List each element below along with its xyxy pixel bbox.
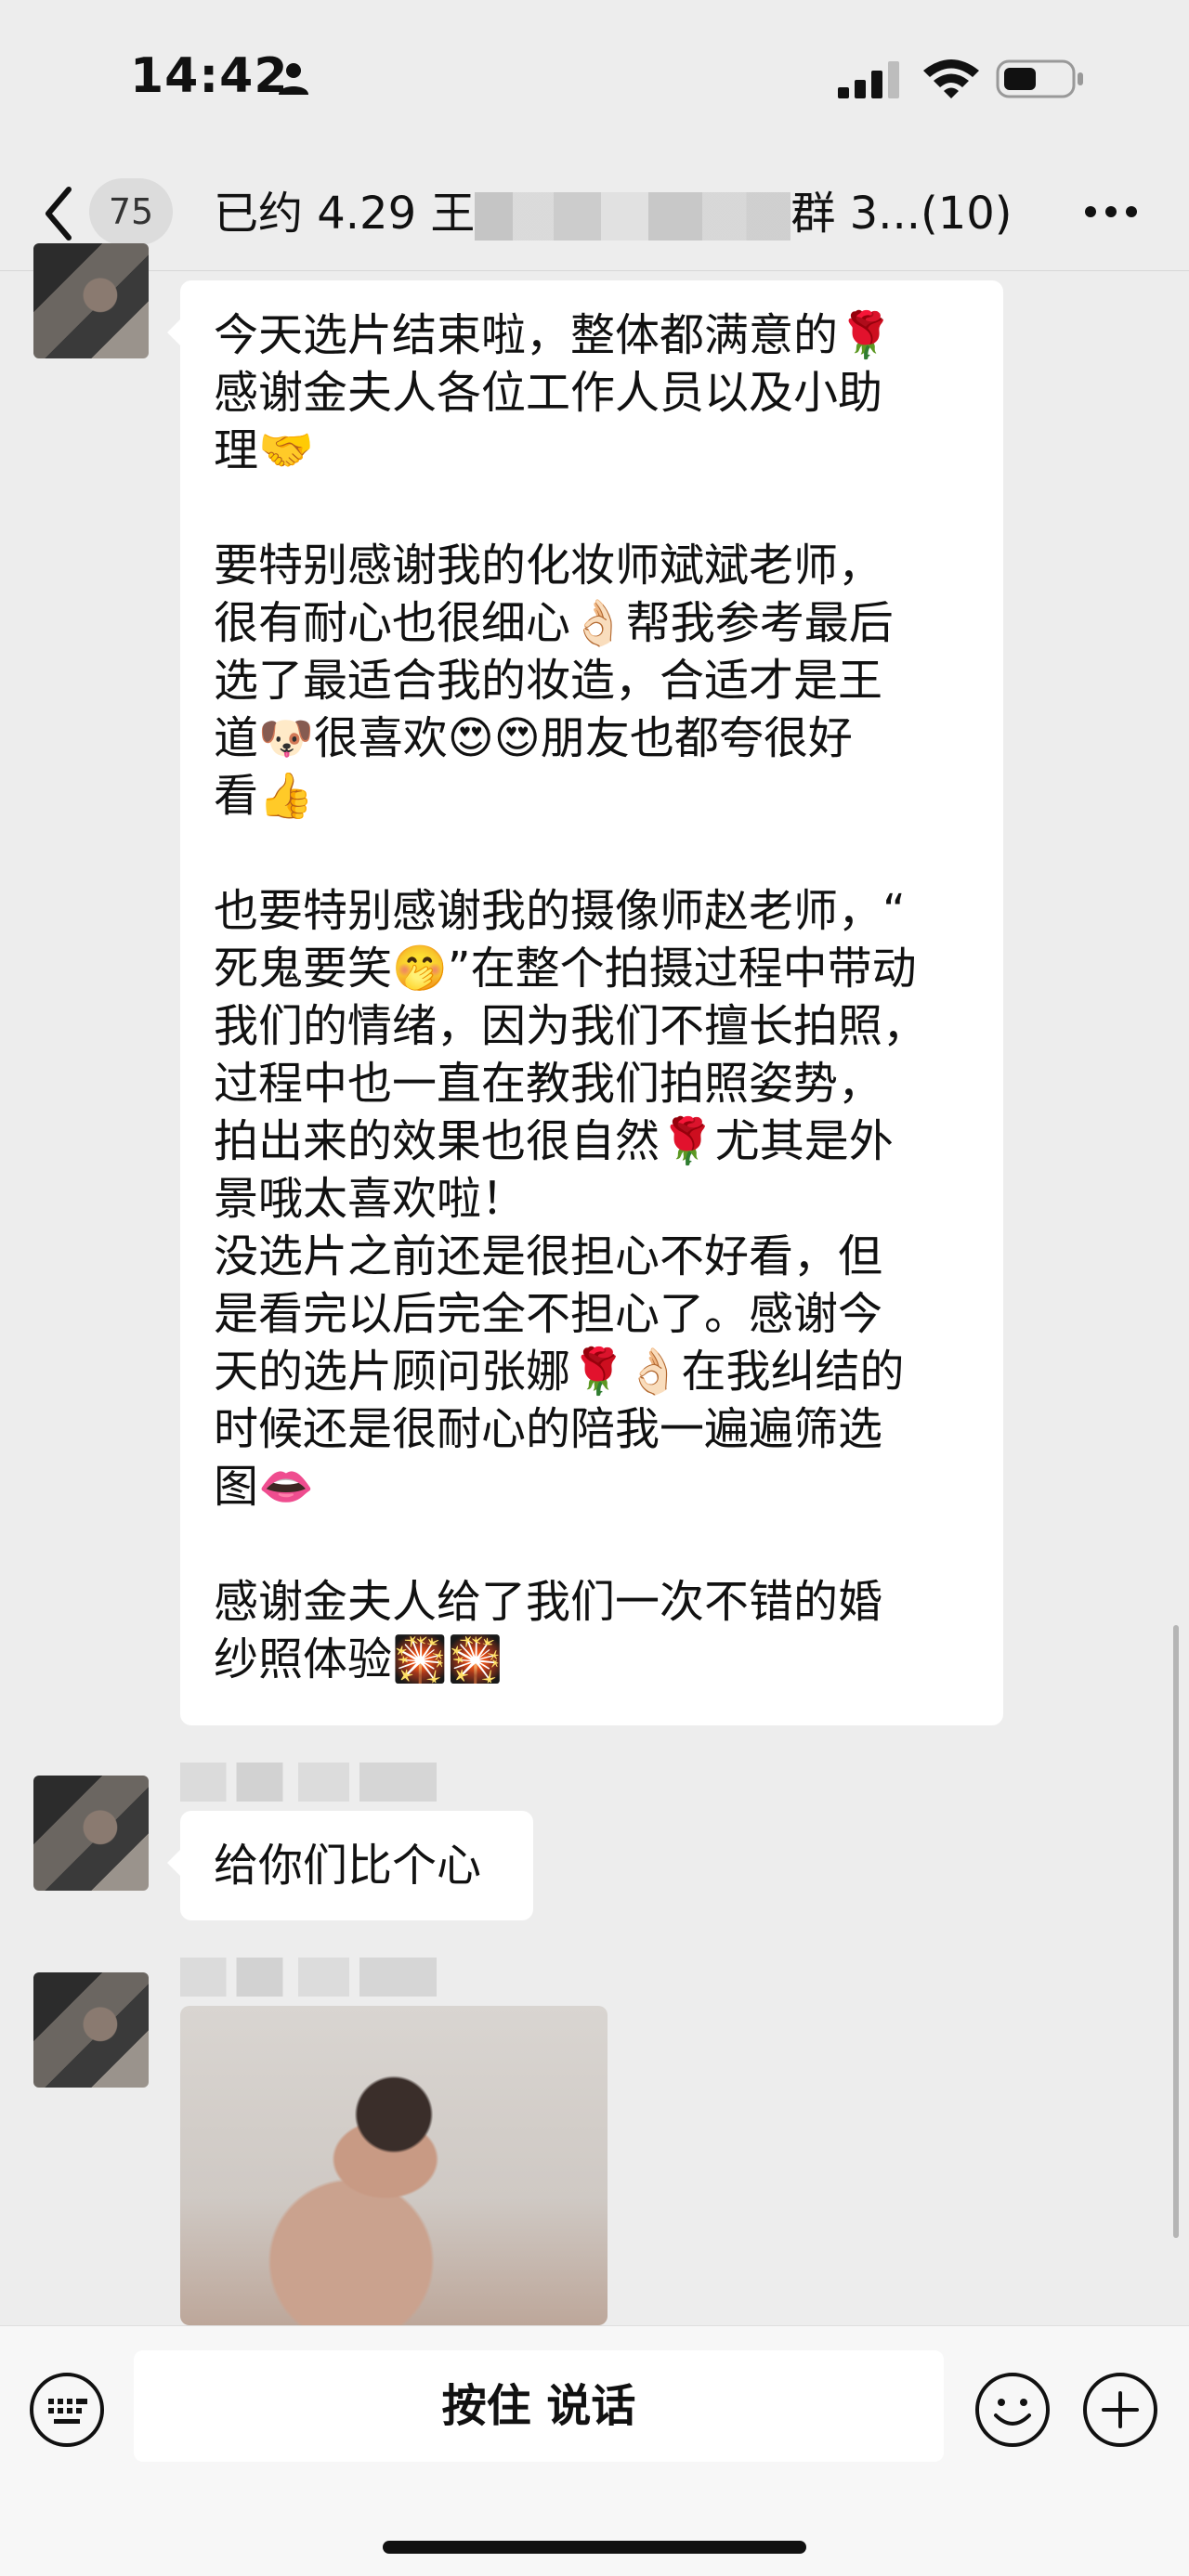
status-bar: 14:42 [0, 0, 1189, 158]
message-line: 很有耐心也很细心👌🏻帮我参考最后 [214, 597, 894, 649]
message-line [214, 825, 970, 882]
message-line: 是看完以后完全不担心了。感谢今 [214, 1288, 883, 1340]
message-line: 道🐶很喜欢😍😍朋友也都夸很好 [214, 712, 853, 764]
chat-title-end: 群 3...(10) [790, 188, 1013, 240]
wifi-icon [923, 59, 979, 98]
message-line: 没选片之前还是很担心不好看，但 [214, 1230, 883, 1282]
message-line: 天的选片顾问张娜🌹👌🏻在我纠结的 [214, 1346, 905, 1398]
chat-title-start: 已约 4.29 王 [214, 188, 476, 240]
message-bubble-short[interactable]: 给你们比个心 [167, 1811, 533, 1920]
sender-avatar[interactable] [33, 243, 149, 358]
battery-icon [996, 59, 1083, 98]
unread-count-badge[interactable]: 75 [89, 178, 173, 245]
message-line [214, 479, 970, 537]
message-line: 我们的情绪，因为我们不擅长拍照， [214, 1000, 928, 1052]
photo-message[interactable] [180, 2006, 608, 2325]
back-chevron-icon[interactable] [41, 184, 78, 243]
message-line: 要特别感谢我的化妆师斌斌老师， [214, 540, 883, 592]
plus-icon[interactable] [1081, 2371, 1159, 2449]
message-line: 拍出来的效果也很自然🌹尤其是外 [214, 1115, 894, 1167]
person-icon [279, 63, 308, 95]
message-line: 时候还是很耐心的陪我一遍遍筛选 [214, 1403, 883, 1455]
message-line: 感谢金夫人各位工作人员以及小助 [214, 367, 883, 419]
emoji-smile-icon[interactable] [973, 2371, 1052, 2449]
hold-to-talk-button[interactable]: 按住 说话 [134, 2350, 944, 2462]
status-time: 14:42 [130, 48, 289, 104]
chat-title: 已约 4.29 王 群 3...(10) [214, 180, 1013, 247]
chat-screen: 14:42 75 已约 4.29 王 群 3...(10) 今天选片结束啦，整体都… [0, 0, 1189, 2576]
keyboard-icon[interactable] [28, 2371, 106, 2449]
message-line [214, 1516, 970, 1573]
message-line: 看👍 [214, 770, 314, 822]
message-line: 理🤝 [214, 424, 314, 476]
message-line: 死鬼要笑🤭”在整个拍摄过程中带动 [214, 943, 917, 995]
home-indicator[interactable] [383, 2541, 806, 2554]
redacted-title-segment [475, 192, 791, 241]
input-bar: 按住 说话 [0, 2325, 1189, 2576]
message-line: 过程中也一直在教我们拍照姿势， [214, 1058, 883, 1110]
more-dots-icon[interactable] [1083, 193, 1139, 230]
message-line: 景哦太喜欢啦！ [214, 1173, 527, 1225]
message-line: 也要特别感谢我的摄像师赵老师，“ [214, 885, 906, 937]
chat-scrollbar[interactable] [1173, 1625, 1179, 2238]
message-bubble-long[interactable]: 今天选片结束啦，整体都满意的🌹 感谢金夫人各位工作人员以及小助 理🤝 要特别感谢… [167, 280, 1003, 1725]
sender-avatar[interactable] [33, 1972, 149, 2088]
cellular-signal-icon [838, 61, 899, 98]
chat-header: 75 已约 4.29 王 群 3...(10) [0, 158, 1189, 271]
message-line: 选了最适合我的妆造，合适才是王 [214, 655, 883, 707]
sender-name-redacted [180, 1763, 437, 1802]
message-line: 纱照体验🎇🎇 [214, 1633, 503, 1685]
message-line: 感谢金夫人给了我们一次不错的婚 [214, 1576, 883, 1628]
message-line: 图👄 [214, 1461, 314, 1513]
sender-name-redacted [180, 1958, 437, 1997]
sender-avatar[interactable] [33, 1776, 149, 1891]
message-text: 给你们比个心 [214, 1840, 482, 1892]
message-line: 今天选片结束啦，整体都满意的🌹 [214, 309, 894, 361]
